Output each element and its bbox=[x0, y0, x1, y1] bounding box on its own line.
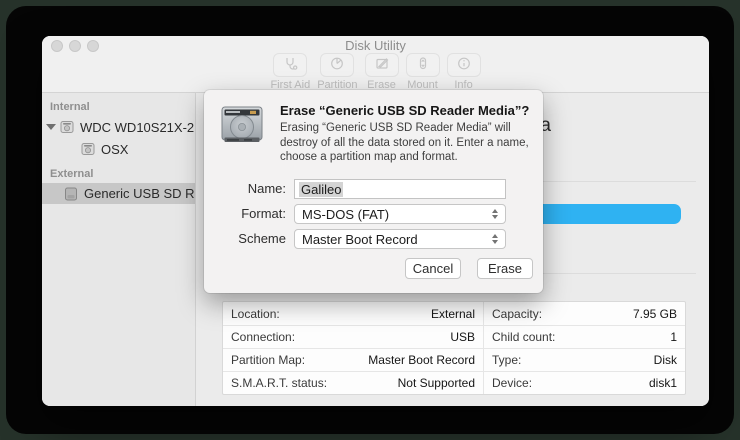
table-row: Location: External Capacity: 7.95 GB bbox=[223, 302, 685, 325]
sidebar-item-label: OSX bbox=[101, 141, 129, 157]
chevron-updown-icon bbox=[492, 209, 498, 219]
internal-drive-icon bbox=[60, 120, 74, 134]
info-label: Location: bbox=[231, 306, 280, 321]
info-label: Device: bbox=[492, 376, 533, 390]
info-button[interactable] bbox=[446, 53, 481, 77]
erase-confirm-button[interactable]: Erase bbox=[477, 258, 533, 279]
name-input-value: Galileo bbox=[299, 181, 344, 197]
name-label: Name: bbox=[247, 181, 286, 196]
table-row: S.M.A.R.T. status: Not Supported Device: d… bbox=[223, 371, 685, 394]
sidebar-item-generic-usb[interactable]: Generic USB SD R... bbox=[42, 183, 195, 204]
format-select-value: MS-DOS (FAT) bbox=[302, 206, 390, 222]
partition-button[interactable] bbox=[320, 53, 355, 77]
info-value: 7.95 GB bbox=[632, 306, 677, 321]
dialog-body-text: Erasing “Generic USB SD Reader Media” wi… bbox=[280, 122, 529, 163]
sidebar-item-label: Generic USB SD R... bbox=[84, 186, 195, 201]
erase-pencil-icon bbox=[374, 55, 390, 76]
sidebar-item-osx-volume[interactable]: OSX bbox=[42, 138, 195, 160]
erase-toolbar-button[interactable] bbox=[364, 53, 399, 77]
window-title: Disk Utility bbox=[345, 38, 406, 53]
partition-pie-icon bbox=[329, 55, 345, 76]
chevron-updown-icon bbox=[492, 234, 498, 244]
toolbar: First Aid Partition Erase Mount Info bbox=[42, 53, 709, 91]
info-value: USB bbox=[450, 330, 476, 344]
disk-info-table: Location: External Capacity: 7.95 GB Conne… bbox=[222, 301, 686, 395]
cancel-button[interactable]: Cancel bbox=[405, 258, 461, 279]
info-label: Connection: bbox=[231, 330, 296, 344]
mount-capsule-icon bbox=[415, 55, 431, 76]
stethoscope-icon bbox=[282, 55, 298, 76]
dialog-title: Erase “Generic USB SD Reader Media”? bbox=[280, 103, 530, 118]
scheme-select[interactable]: Master Boot Record bbox=[294, 229, 506, 249]
screen-background: Disk Utility First Aid Partition Erase M… bbox=[6, 6, 734, 434]
info-label: Type: bbox=[492, 353, 522, 367]
format-select[interactable]: MS-DOS (FAT) bbox=[294, 204, 506, 224]
mount-button[interactable] bbox=[405, 53, 440, 77]
info-label: Capacity: bbox=[492, 306, 543, 321]
info-label: Partition Map: bbox=[231, 353, 306, 367]
info-value: External bbox=[430, 306, 476, 321]
info-value: Not Supported bbox=[397, 376, 476, 390]
info-icon bbox=[456, 55, 472, 76]
info-value: Master Boot Record bbox=[368, 353, 476, 367]
titlebar: Disk Utility First Aid Partition Erase M… bbox=[42, 36, 709, 93]
table-row: Partition Map: Master Boot Record Type: Di… bbox=[223, 348, 685, 371]
sidebar-section-external: External bbox=[50, 168, 94, 180]
sidebar: Internal WDC WD10S21X-2... OSX External bbox=[42, 93, 196, 406]
scheme-select-value: Master Boot Record bbox=[302, 231, 418, 247]
info-value: 1 bbox=[670, 330, 677, 344]
info-label: S.M.A.R.T. status: bbox=[231, 376, 328, 390]
name-input[interactable]: Galileo bbox=[294, 179, 506, 199]
format-label: Format: bbox=[241, 206, 286, 221]
first-aid-button[interactable] bbox=[273, 53, 308, 77]
info-label: Child count: bbox=[492, 330, 556, 344]
sidebar-item-wdc-disk[interactable]: WDC WD10S21X-2... bbox=[42, 116, 195, 138]
hard-drive-icon bbox=[220, 102, 264, 151]
info-value: disk1 bbox=[648, 376, 677, 390]
sidebar-item-label: WDC WD10S21X-2... bbox=[80, 119, 195, 135]
disk-utility-window: Disk Utility First Aid Partition Erase M… bbox=[42, 36, 709, 406]
sidebar-section-internal: Internal bbox=[50, 101, 90, 113]
sd-reader-icon bbox=[64, 187, 78, 201]
erase-dialog: Erase “Generic USB SD Reader Media”? Era… bbox=[204, 90, 543, 293]
info-value: Disk bbox=[653, 353, 677, 367]
scheme-label: Scheme bbox=[238, 231, 286, 246]
table-row: Connection: USB Child count: 1 bbox=[223, 325, 685, 348]
volume-drive-icon bbox=[81, 142, 95, 156]
disclosure-triangle-icon[interactable] bbox=[46, 124, 56, 130]
